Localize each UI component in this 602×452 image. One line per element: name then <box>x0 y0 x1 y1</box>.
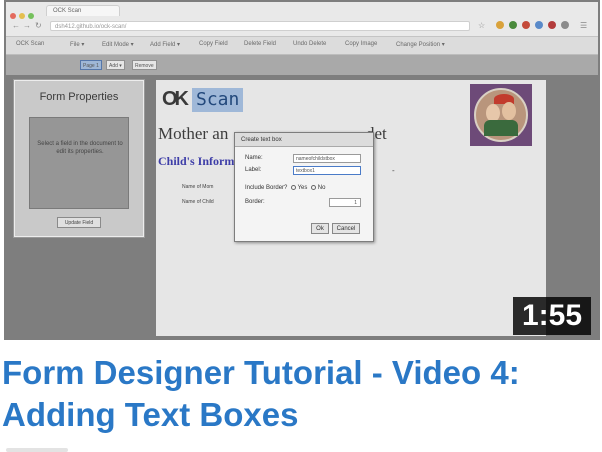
border-question: Include Border? Yes No <box>245 185 325 191</box>
browser-chrome: OCK Scan ← → ↻ dsh412.github.io/ock-scan… <box>6 2 598 37</box>
menu-edit-mode[interactable]: Edit Mode ▾ <box>102 41 134 48</box>
no-radio[interactable] <box>311 185 317 190</box>
document-title: Mother an <box>158 124 229 143</box>
dialog-title: Create text box <box>235 133 373 147</box>
properties-box: Select a field in the document to edit i… <box>29 117 129 209</box>
photo-image[interactable] <box>470 84 532 146</box>
video-duration-badge: 1:55 <box>512 297 591 335</box>
section-heading: Child's Inform <box>158 154 235 168</box>
properties-hint: Select a field in the document to edit i… <box>37 141 123 155</box>
yes-radio[interactable] <box>291 185 297 190</box>
reload-icon[interactable]: ↻ <box>35 21 42 30</box>
menu-add-field[interactable]: Add Field ▾ <box>150 41 180 48</box>
field-dash: - <box>392 166 395 175</box>
field-label-child[interactable]: Name of Child <box>182 199 214 205</box>
navigation-bar: ← → ↻ dsh412.github.io/ock-scan/ ☆ ☰ <box>6 17 598 35</box>
border-question-text: Include Border? <box>245 185 288 192</box>
no-label: No <box>317 185 326 192</box>
photo-body <box>484 120 518 136</box>
menu-change-position[interactable]: Change Position ▾ <box>396 41 445 48</box>
name-input[interactable]: nameofchildstbox <box>293 154 361 163</box>
menu-copy-image[interactable]: Copy Image <box>345 41 377 47</box>
cancel-button[interactable]: Cancel <box>332 223 360 234</box>
extension-icon[interactable] <box>522 21 530 29</box>
forward-arrow-icon[interactable]: → <box>23 21 31 30</box>
menu-undo-delete[interactable]: Undo Delete <box>293 41 326 47</box>
label-input[interactable]: textbox1 <box>293 166 361 175</box>
photo-portrait <box>474 88 528 142</box>
logo-text[interactable]: Scan <box>192 88 244 112</box>
update-field-button[interactable]: Update Field <box>57 217 101 228</box>
field-label-mom[interactable]: Name of Mom <box>182 184 213 190</box>
browser-tab[interactable]: OCK Scan <box>46 5 120 16</box>
yes-label: Yes <box>297 185 308 192</box>
bottom-divider <box>6 448 68 452</box>
star-icon[interactable]: ☆ <box>478 21 485 30</box>
menu-copy-field[interactable]: Copy Field <box>199 41 228 47</box>
menu-icon[interactable]: ☰ <box>580 21 587 30</box>
border-input[interactable]: 1 <box>329 198 361 207</box>
video-thumbnail[interactable]: OCK Scan ← → ↻ dsh412.github.io/ock-scan… <box>4 0 600 340</box>
back-arrow-icon[interactable]: ← <box>12 21 20 30</box>
add-page-button[interactable]: Add ▾ <box>106 60 125 70</box>
page-1-button[interactable]: Page 1 <box>80 60 102 70</box>
extension-icon[interactable] <box>548 21 556 29</box>
ok-button[interactable]: Ok <box>311 223 329 234</box>
app-name: OCK Scan <box>16 41 45 47</box>
photo-face <box>502 102 516 120</box>
extension-icon[interactable] <box>509 21 517 29</box>
logo-mark: OK <box>162 88 189 110</box>
page-toolbar: Page 1 Add ▾ Remove <box>6 55 598 75</box>
create-text-box-dialog: Create text box Name: nameofchildstbox L… <box>234 132 374 242</box>
video-title-link[interactable]: Form Designer Tutorial - Video 4: Adding… <box>2 352 602 436</box>
extension-icon[interactable] <box>561 21 569 29</box>
menu-delete-field[interactable]: Delete Field <box>244 41 276 47</box>
address-bar[interactable]: dsh412.github.io/ock-scan/ <box>50 21 470 31</box>
border-label: Border: <box>245 199 265 205</box>
menu-file[interactable]: File ▾ <box>70 41 84 48</box>
extension-icon[interactable] <box>535 21 543 29</box>
name-label: Name: <box>245 155 263 161</box>
app-menu-bar: OCK Scan File ▾ Edit Mode ▾ Add Field ▾ … <box>6 37 598 55</box>
remove-page-button[interactable]: Remove <box>132 60 157 70</box>
form-properties-panel: Form Properties Select a field in the do… <box>14 80 144 237</box>
panel-title: Form Properties <box>39 91 119 103</box>
extension-icon[interactable] <box>496 21 504 29</box>
label-label: Label: <box>245 167 262 173</box>
